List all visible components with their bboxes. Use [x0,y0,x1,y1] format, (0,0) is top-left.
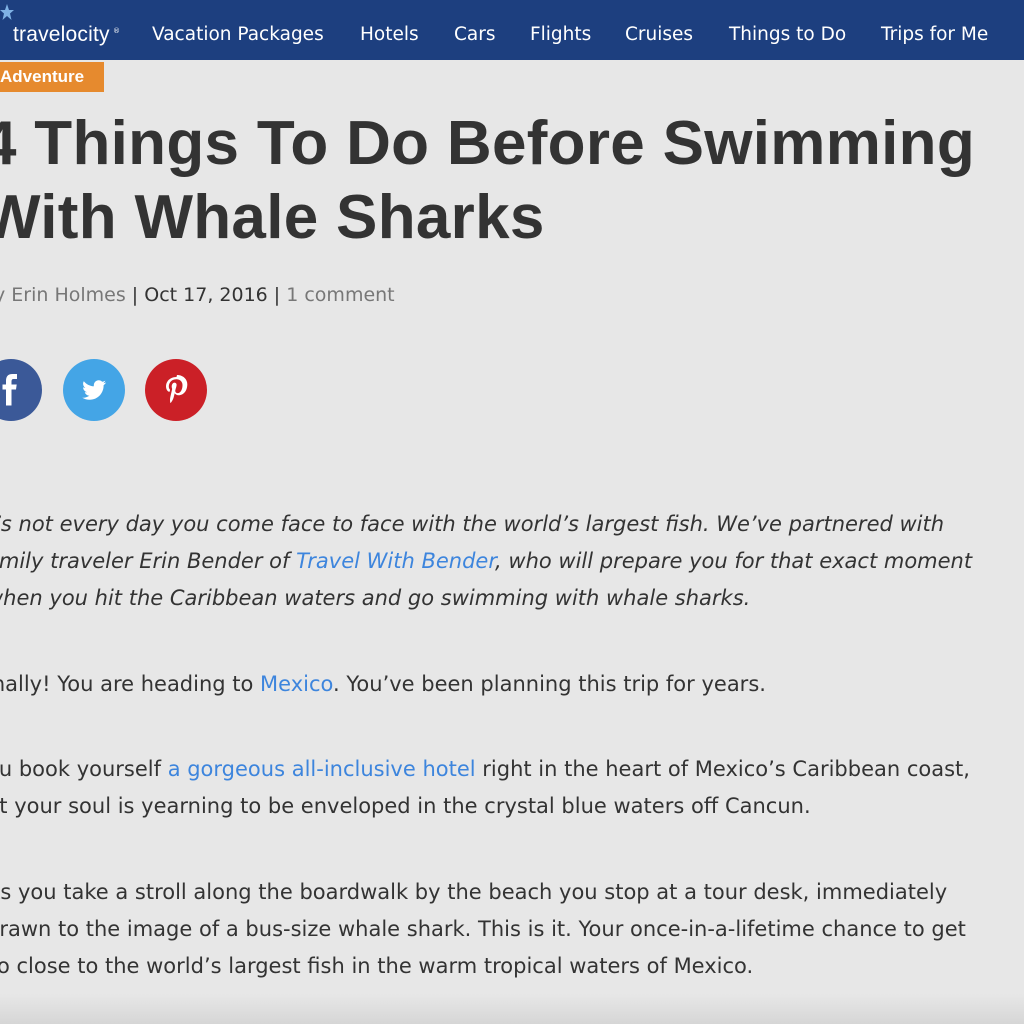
nav-cruises[interactable]: Cruises [625,24,693,45]
twitter-icon [82,380,106,400]
paragraph-1: inally! You are heading to Mexico. You’v… [0,666,766,703]
travel-with-bender-link[interactable]: Travel With Bender [296,549,495,573]
facebook-share-button[interactable] [0,359,42,421]
intro-text: , who will prepare you for that exact mo… [495,549,973,573]
bottom-shadow [0,994,1024,1024]
byline-separator: | [267,284,287,306]
paragraph-2-line-2: ut your soul is yearning to be enveloped… [0,794,811,818]
pinterest-icon [166,375,188,403]
paragraph-3-line-2: drawn to the image of a bus-size whale s… [0,917,966,941]
comments-link[interactable]: 1 comment [286,284,394,306]
byline-separator: | [125,284,145,306]
nav-hotels[interactable]: Hotels [360,24,419,45]
paragraph-text: . You’ve been planning this trip for yea… [333,672,766,696]
byline-prefix: y [0,284,11,306]
top-nav-bar: travelocity ® Vacation Packages Hotels C… [0,0,1024,60]
nav-cars[interactable]: Cars [454,24,496,45]
paragraph-text: right in the heart of Mexico’s Caribbean… [475,757,970,781]
intro-line-1: t’s not every day you come face to face … [0,512,945,536]
nav-vacation-packages[interactable]: Vacation Packages [152,24,324,45]
all-inclusive-hotel-link[interactable]: a gorgeous all-inclusive hotel [168,757,476,781]
nav-things-to-do[interactable]: Things to Do [729,24,846,45]
logo-trademark: ® [113,27,120,35]
paragraph-3-line-3: so close to the world’s largest fish in … [0,954,754,978]
article-title-line-1: 4 Things To Do Before Swimming [0,109,976,178]
mexico-link[interactable]: Mexico [260,672,333,696]
intro-line-2: amily traveler Erin Bender of Travel Wit… [0,543,972,580]
intro-line-3: when you hit the Caribbean waters and go… [0,586,751,610]
paragraph-text: inally! You are heading to [0,672,261,696]
facebook-icon [2,374,17,406]
travelocity-logo[interactable]: travelocity [13,23,110,47]
paragraph-text: ou book yourself [0,757,168,781]
article-title-line-2: With Whale Sharks [0,183,545,252]
nav-flights[interactable]: Flights [530,24,591,45]
category-tag[interactable]: Adventure [0,62,104,92]
category-label: Adventure [0,67,85,86]
pinterest-share-button[interactable] [145,359,207,421]
author-link[interactable]: Erin Holmes [11,284,125,306]
article-byline: y Erin Holmes | Oct 17, 2016 | 1 comment [0,284,395,306]
intro-text: amily traveler Erin Bender of [0,549,297,573]
paragraph-2-line-1: ou book yourself a gorgeous all-inclusiv… [0,751,970,788]
publish-date: Oct 17, 2016 [144,284,268,306]
nav-trips-for-me[interactable]: Trips for Me [881,24,988,45]
paragraph-3-line-1: As you take a stroll along the boardwalk… [0,880,948,904]
twitter-share-button[interactable] [63,359,125,421]
star-icon [0,4,14,20]
